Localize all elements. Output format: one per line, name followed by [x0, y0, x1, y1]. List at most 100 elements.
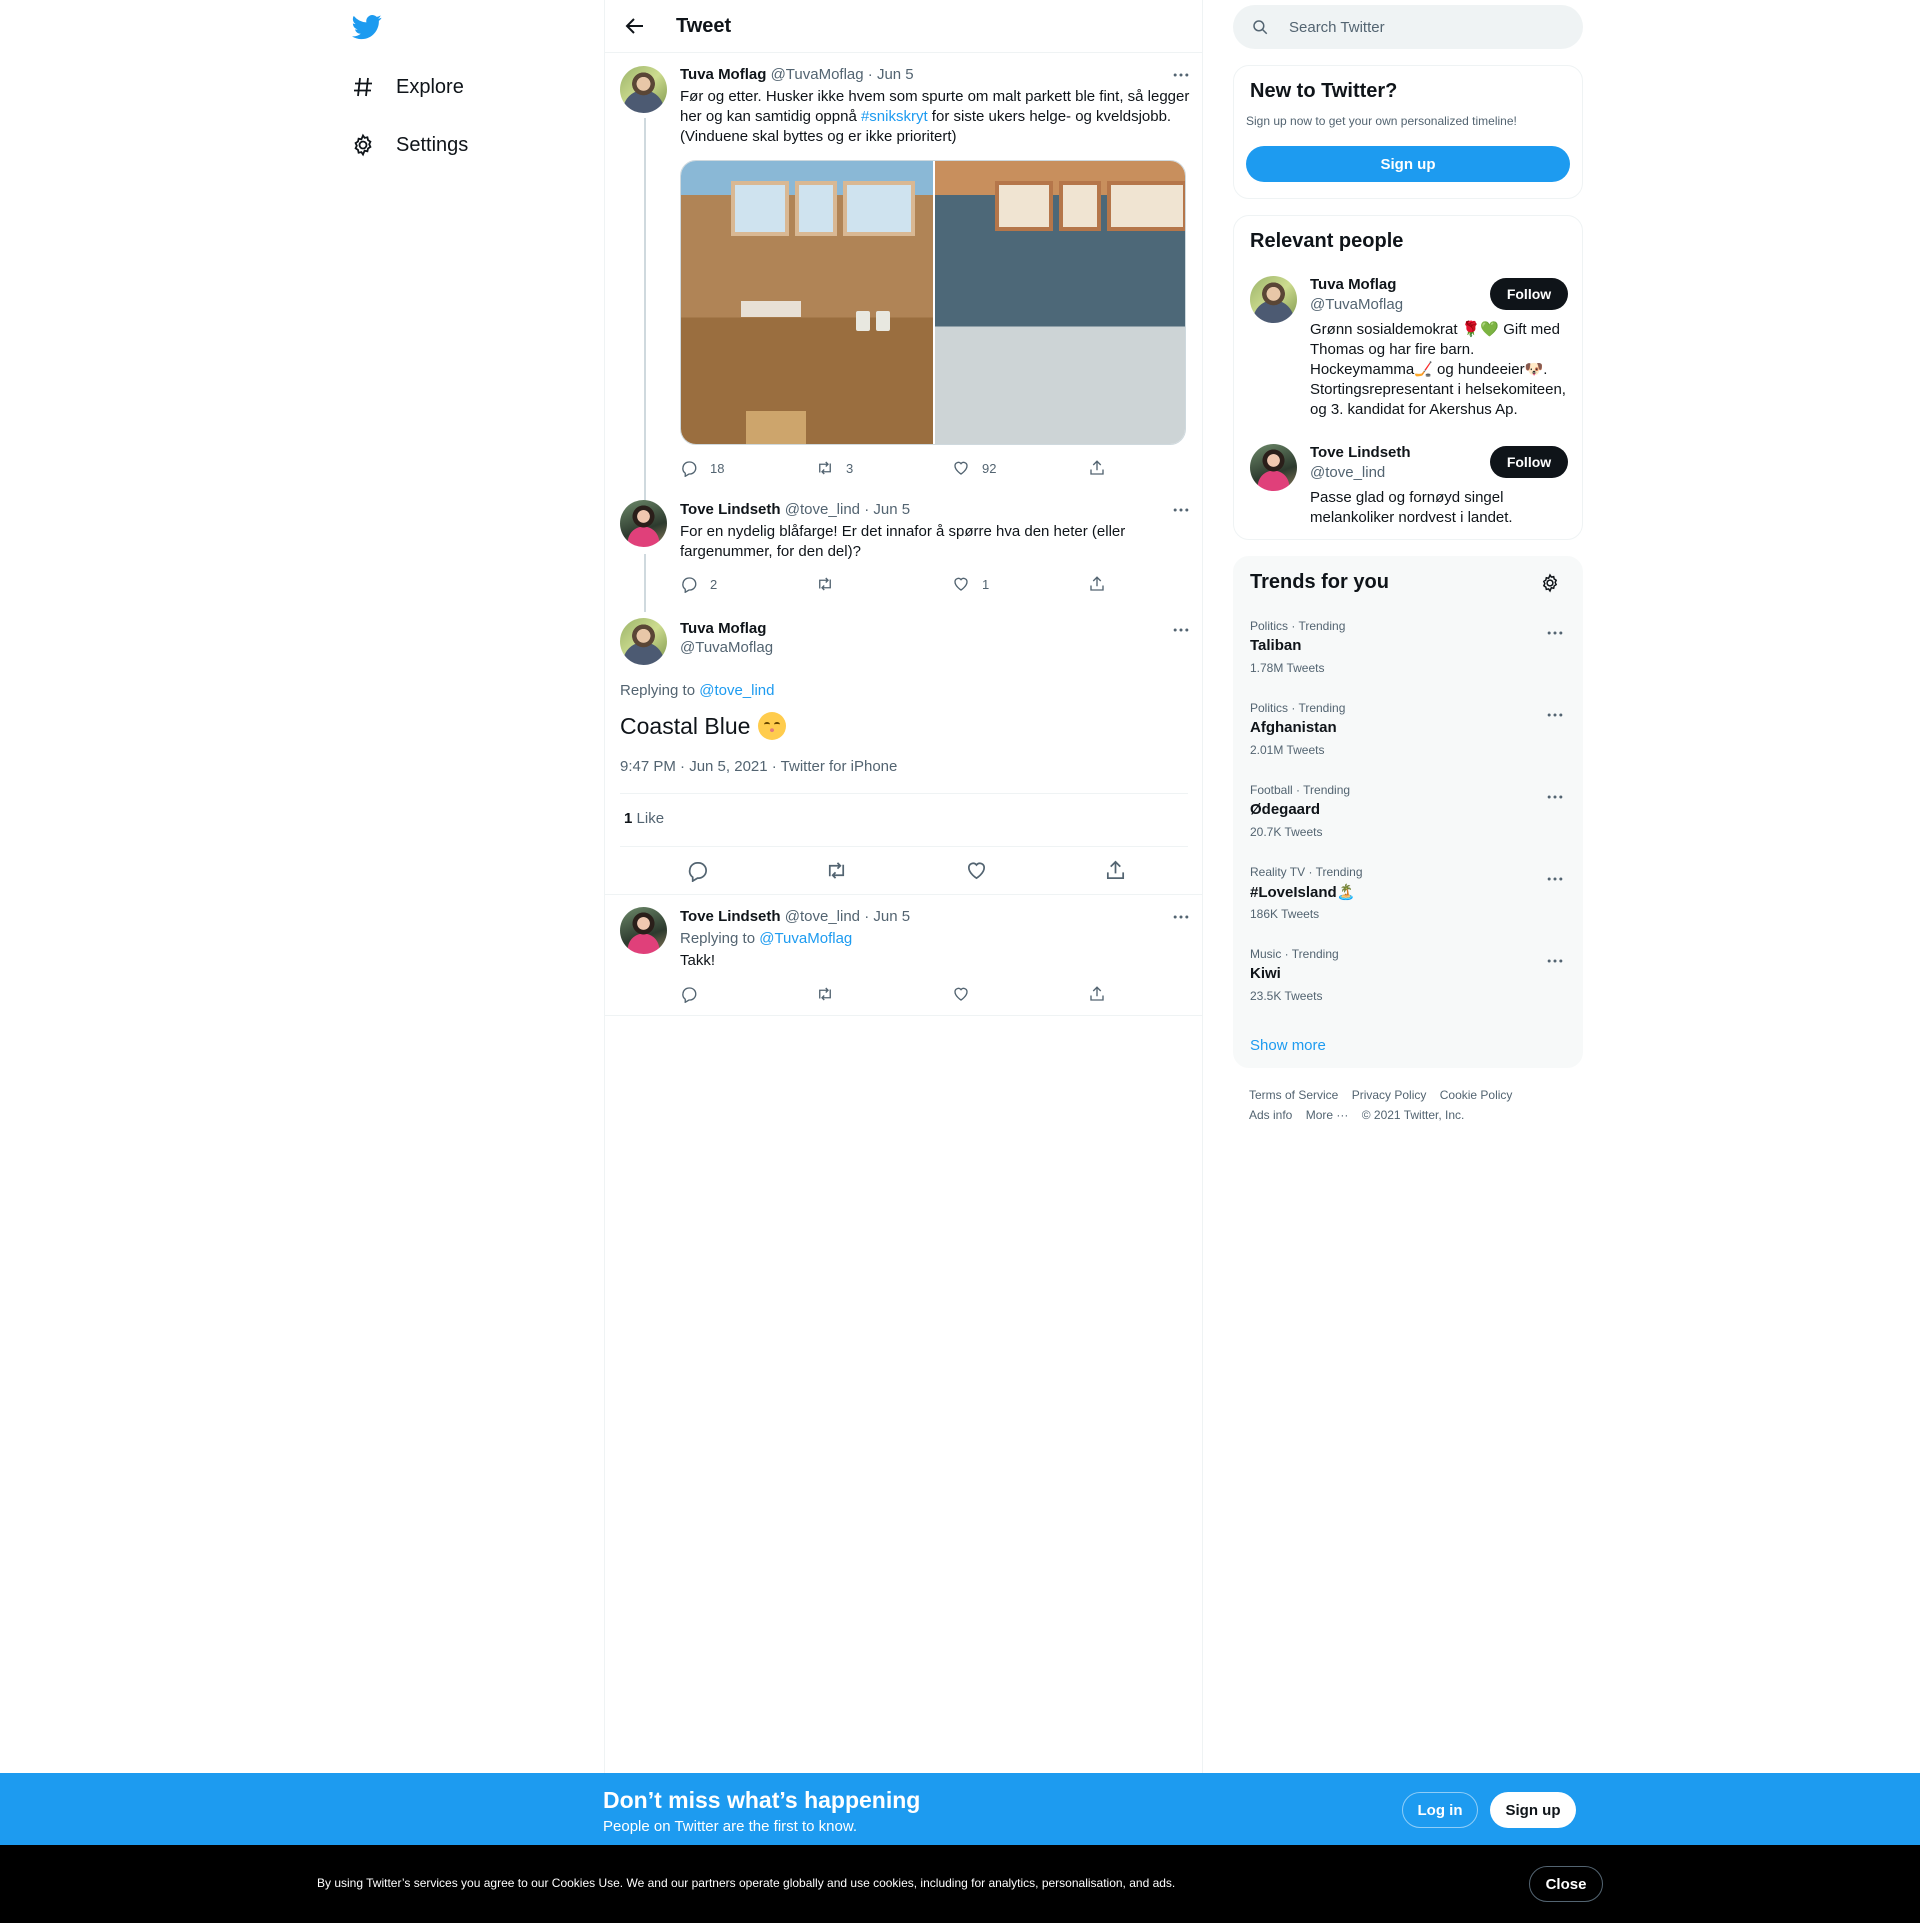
replying-to-link[interactable]: @TuvaMoflag: [759, 930, 852, 947]
hashtag-link[interactable]: #snikskryt: [861, 108, 928, 125]
search-box[interactable]: [1233, 5, 1583, 49]
trend-item[interactable]: Music · Trending Kiwi 23.5K Tweets: [1250, 947, 1570, 1017]
more-icon[interactable]: [1171, 620, 1191, 640]
focused-text-content: Coastal Blue: [620, 712, 751, 739]
person-handle[interactable]: @tove_lind: [1310, 464, 1385, 481]
photo-window: [1059, 181, 1101, 231]
person-item[interactable]: Tuva Moflag @TuvaMoflag Follow Grønn sos…: [1250, 276, 1570, 426]
trend-name: Taliban: [1250, 637, 1302, 654]
replying-to-link[interactable]: @tove_lind: [699, 682, 774, 699]
trend-item[interactable]: Politics · Trending Taliban 1.78M Tweets: [1250, 619, 1570, 689]
likes-summary[interactable]: 1 Like: [624, 810, 664, 827]
back-arrow-icon[interactable]: [623, 14, 647, 38]
avatar[interactable]: [1250, 276, 1297, 323]
tweet-date[interactable]: · Jun 5: [864, 908, 910, 925]
follow-button[interactable]: Follow: [1490, 278, 1568, 310]
retweet-button[interactable]: 3: [816, 458, 853, 478]
follow-button[interactable]: Follow: [1490, 446, 1568, 478]
photo-window: [795, 181, 837, 236]
share-icon[interactable]: [1104, 859, 1127, 882]
photo-window: [731, 181, 789, 236]
media-photo-before[interactable]: [681, 161, 933, 444]
person-name[interactable]: Tuva Moflag: [1310, 276, 1396, 293]
share-icon: [1090, 460, 1104, 475]
avatar[interactable]: [620, 66, 667, 113]
trend-count: 186K Tweets: [1250, 907, 1320, 921]
gear-icon[interactable]: [1540, 573, 1560, 593]
like-count: 1: [982, 576, 990, 592]
heart-icon[interactable]: [965, 859, 988, 882]
share-button[interactable]: [1088, 458, 1118, 478]
reply-button[interactable]: 18: [680, 458, 724, 478]
tweet-timestamp[interactable]: 9:47 PM · Jun 5, 2021 · Twitter for iPho…: [620, 758, 897, 775]
ads-info-link[interactable]: Ads info: [1249, 1108, 1292, 1122]
like-button[interactable]: [952, 984, 982, 1004]
terms-link[interactable]: Terms of Service: [1249, 1088, 1338, 1102]
share-button[interactable]: [1088, 984, 1118, 1004]
like-button[interactable]: 92: [952, 458, 996, 478]
tweet-actions: [680, 984, 1104, 1004]
avatar[interactable]: [620, 500, 667, 547]
tweet-media[interactable]: [680, 160, 1186, 445]
trend-item[interactable]: Politics · Trending Afghanistan 2.01M Tw…: [1250, 701, 1570, 771]
author-name[interactable]: Tove Lindseth: [680, 501, 781, 518]
nav-explore[interactable]: Explore: [350, 65, 464, 109]
more-icon[interactable]: [1545, 951, 1565, 971]
more-link[interactable]: More ···: [1306, 1108, 1349, 1122]
log-in-button[interactable]: Log in: [1402, 1792, 1478, 1828]
author-handle[interactable]: @TuvaMoflag: [680, 639, 773, 656]
more-icon[interactable]: [1171, 500, 1191, 520]
more-icon[interactable]: [1171, 907, 1191, 927]
trend-category: Reality TV · Trending: [1250, 865, 1363, 879]
sign-up-button[interactable]: Sign up: [1246, 146, 1570, 182]
author-handle[interactable]: @TuvaMoflag: [771, 66, 864, 83]
author-handle[interactable]: @tove_lind: [785, 501, 860, 518]
tweet-date[interactable]: · Jun 5: [868, 66, 914, 83]
app-root: Explore Settings Tweet Tuva Moflag @Tuva…: [0, 0, 1920, 1923]
more-icon[interactable]: [1545, 787, 1565, 807]
hashtag-icon: [350, 74, 376, 100]
avatar[interactable]: [1250, 444, 1297, 491]
more-icon[interactable]: [1545, 869, 1565, 889]
share-icon: [1090, 576, 1104, 591]
reply-button[interactable]: [680, 984, 710, 1004]
media-photo-after[interactable]: [935, 161, 1185, 444]
more-icon[interactable]: [1171, 65, 1191, 85]
like-count: 1: [624, 810, 633, 827]
nav-settings[interactable]: Settings: [350, 123, 468, 167]
retweet-icon[interactable]: [825, 859, 848, 882]
show-more-link[interactable]: Show more: [1250, 1037, 1326, 1054]
trend-item[interactable]: Reality TV · Trending #LoveIsland🏝️ 186K…: [1250, 865, 1570, 935]
person-item[interactable]: Tove Lindseth @tove_lind Follow Passe gl…: [1250, 444, 1570, 534]
tweet-date[interactable]: · Jun 5: [864, 501, 910, 518]
twitter-logo-icon[interactable]: [352, 12, 382, 42]
person-name[interactable]: Tove Lindseth: [1310, 444, 1411, 461]
sign-up-button[interactable]: Sign up: [1490, 1792, 1576, 1828]
retweet-button[interactable]: [816, 984, 846, 1004]
author-name[interactable]: Tuva Moflag: [680, 66, 766, 83]
more-icon[interactable]: [1545, 705, 1565, 725]
more-icon[interactable]: [1545, 623, 1565, 643]
close-button[interactable]: Close: [1529, 1866, 1603, 1902]
divider: [620, 846, 1188, 847]
avatar[interactable]: [620, 618, 667, 665]
tweet-actions: 18 3 92: [680, 458, 1104, 478]
share-button[interactable]: [1088, 574, 1118, 594]
author-handle[interactable]: @tove_lind: [785, 908, 860, 925]
author-name[interactable]: Tove Lindseth: [680, 908, 781, 925]
avatar[interactable]: [620, 907, 667, 954]
retweet-button[interactable]: [816, 574, 846, 594]
author-name[interactable]: Tuva Moflag: [680, 620, 773, 637]
relevant-people-card: Relevant people Tuva Moflag @TuvaMoflag …: [1233, 215, 1583, 540]
nav-explore-label: Explore: [396, 75, 464, 98]
signup-banner: Don’t miss what’s happening People on Tw…: [0, 1773, 1920, 1845]
privacy-link[interactable]: Privacy Policy: [1352, 1088, 1427, 1102]
thread-line: [644, 554, 646, 612]
cookie-policy-link[interactable]: Cookie Policy: [1440, 1088, 1513, 1102]
person-handle[interactable]: @TuvaMoflag: [1310, 296, 1403, 313]
like-button[interactable]: 1: [952, 574, 989, 594]
trend-item[interactable]: Football · Trending Ødegaard 20.7K Tweet…: [1250, 783, 1570, 853]
reply-icon[interactable]: [686, 859, 709, 882]
search-input[interactable]: [1289, 18, 1549, 36]
reply-button[interactable]: 2: [680, 574, 717, 594]
